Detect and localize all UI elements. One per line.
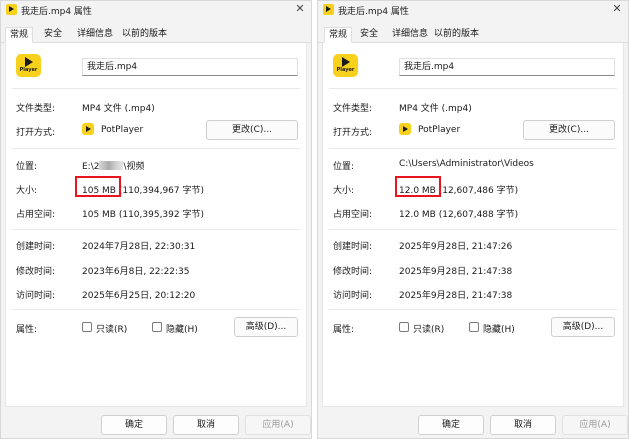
readonly-label[interactable]: 只读(R) <box>96 322 127 335</box>
tab-general[interactable]: 常规 <box>324 27 353 43</box>
cancel-button[interactable]: 取消 <box>490 415 556 435</box>
potplayer-icon <box>323 4 334 15</box>
readonly-label[interactable]: 只读(R) <box>413 322 444 335</box>
divider <box>329 88 617 89</box>
window-title: 我走后.mp4 属性 <box>338 7 409 17</box>
properties-dialog-left: 我走后.mp4 属性 ✕ 常规 安全 详细信息 以前的版本 Player 我走后… <box>0 0 312 439</box>
size-detail: (110,394,967 字节) <box>118 186 204 196</box>
apply-button[interactable]: 应用(A) <box>562 415 628 435</box>
size-label: 大小: <box>16 186 38 196</box>
created-label: 创建时间: <box>16 242 56 252</box>
file-type-value: MP4 文件 (.mp4) <box>399 104 472 114</box>
modified-label: 修改时间: <box>333 267 373 277</box>
created-value: 2024年7月28日, 22:30:31 <box>82 242 196 252</box>
hidden-checkbox[interactable] <box>152 322 162 332</box>
modified-value: 2023年6月8日, 22:22:35 <box>82 267 190 277</box>
created-value: 2025年9月28日, 21:47:26 <box>399 242 513 252</box>
location-value: E:\2 \视频 <box>82 159 145 172</box>
location-label: 位置: <box>333 162 355 172</box>
disk-size-value: 105 MB (110,395,392 字节) <box>82 210 204 220</box>
potplayer-icon <box>6 4 17 15</box>
ok-button[interactable]: 确定 <box>418 415 484 435</box>
advanced-button[interactable]: 高级(D)... <box>234 317 298 337</box>
tab-security[interactable]: 安全 <box>44 27 62 43</box>
close-icon[interactable]: ✕ <box>293 2 307 16</box>
advanced-button[interactable]: 高级(D)... <box>551 317 615 337</box>
cancel-button[interactable]: 取消 <box>173 415 239 435</box>
disk-size-label: 占用空间: <box>333 210 373 220</box>
general-panel: Player 我走后.mp4 文件类型: MP4 文件 (.mp4) 打开方式:… <box>322 43 624 407</box>
hidden-label[interactable]: 隐藏(H) <box>166 322 198 335</box>
tab-general[interactable]: 常规 <box>5 27 34 43</box>
tab-previous-versions[interactable]: 以前的版本 <box>122 27 167 43</box>
redacted-blur <box>99 161 124 170</box>
divider <box>12 229 300 230</box>
location-label: 位置: <box>16 162 38 172</box>
icon-label: Player <box>336 67 355 73</box>
play-icon <box>25 57 33 67</box>
tab-previous-versions[interactable]: 以前的版本 <box>434 27 479 43</box>
divider <box>12 309 300 310</box>
potplayer-icon <box>82 123 94 135</box>
location-value: C:\Users\Administrator\Videos <box>399 159 534 169</box>
accessed-value: 2025年9月28日, 21:47:38 <box>399 291 513 301</box>
file-type-icon: Player <box>333 54 358 77</box>
apply-button[interactable]: 应用(A) <box>245 415 311 435</box>
divider <box>329 148 617 149</box>
divider <box>329 229 617 230</box>
created-label: 创建时间: <box>333 242 373 252</box>
readonly-checkbox[interactable] <box>399 322 409 332</box>
open-with-label: 打开方式: <box>16 128 56 138</box>
play-icon <box>342 57 350 67</box>
change-button[interactable]: 更改(C)... <box>523 120 615 140</box>
file-type-value: MP4 文件 (.mp4) <box>82 104 155 114</box>
size-detail: (12,607,486 字节) <box>438 186 519 196</box>
open-with-value: PotPlayer <box>418 125 461 135</box>
open-with-label: 打开方式: <box>333 128 373 138</box>
title-bar: 我走后.mp4 属性 ✕ <box>1 1 311 19</box>
properties-dialog-right: 我走后.mp4 属性 ✕ 常规 安全 详细信息 以前的版本 Player 我走后… <box>317 0 629 439</box>
tab-bar: 常规 安全 详细信息 以前的版本 <box>1 25 311 43</box>
hidden-label[interactable]: 隐藏(H) <box>483 322 515 335</box>
divider <box>12 148 300 149</box>
file-type-label: 文件类型: <box>16 104 56 114</box>
readonly-checkbox[interactable] <box>82 322 92 332</box>
title-bar: 我走后.mp4 属性 ✕ <box>318 1 628 19</box>
filename-input[interactable]: 我走后.mp4 <box>399 58 615 76</box>
attributes-label: 属性: <box>333 325 355 335</box>
highlight-box <box>75 176 121 197</box>
disk-size-value: 12.0 MB (12,607,488 字节) <box>399 210 519 220</box>
ok-button[interactable]: 确定 <box>101 415 167 435</box>
hidden-checkbox[interactable] <box>469 322 479 332</box>
highlight-box <box>395 176 441 197</box>
divider <box>12 88 300 89</box>
close-icon[interactable]: ✕ <box>610 2 624 16</box>
change-button[interactable]: 更改(C)... <box>206 120 298 140</box>
disk-size-label: 占用空间: <box>16 210 56 220</box>
file-type-label: 文件类型: <box>333 104 373 114</box>
modified-value: 2025年9月28日, 21:47:38 <box>399 267 513 277</box>
divider <box>329 309 617 310</box>
icon-label: Player <box>19 67 38 73</box>
file-type-icon: Player <box>16 54 41 77</box>
size-label: 大小: <box>333 186 355 196</box>
location-prefix: E:\2 <box>82 162 100 172</box>
filename-input[interactable]: 我走后.mp4 <box>82 58 298 76</box>
accessed-label: 访问时间: <box>16 291 56 301</box>
potplayer-icon <box>399 123 411 135</box>
tab-security[interactable]: 安全 <box>360 27 378 43</box>
tab-details[interactable]: 详细信息 <box>77 27 113 43</box>
accessed-label: 访问时间: <box>333 291 373 301</box>
modified-label: 修改时间: <box>16 267 56 277</box>
window-title: 我走后.mp4 属性 <box>21 7 92 17</box>
accessed-value: 2025年6月25日, 20:12:20 <box>82 291 196 301</box>
tab-bar: 常规 安全 详细信息 以前的版本 <box>318 25 628 43</box>
location-suffix: \视频 <box>123 162 145 172</box>
tab-details[interactable]: 详细信息 <box>392 27 428 43</box>
attributes-label: 属性: <box>16 325 38 335</box>
general-panel: Player 我走后.mp4 文件类型: MP4 文件 (.mp4) 打开方式:… <box>5 43 307 407</box>
open-with-value: PotPlayer <box>101 125 144 135</box>
